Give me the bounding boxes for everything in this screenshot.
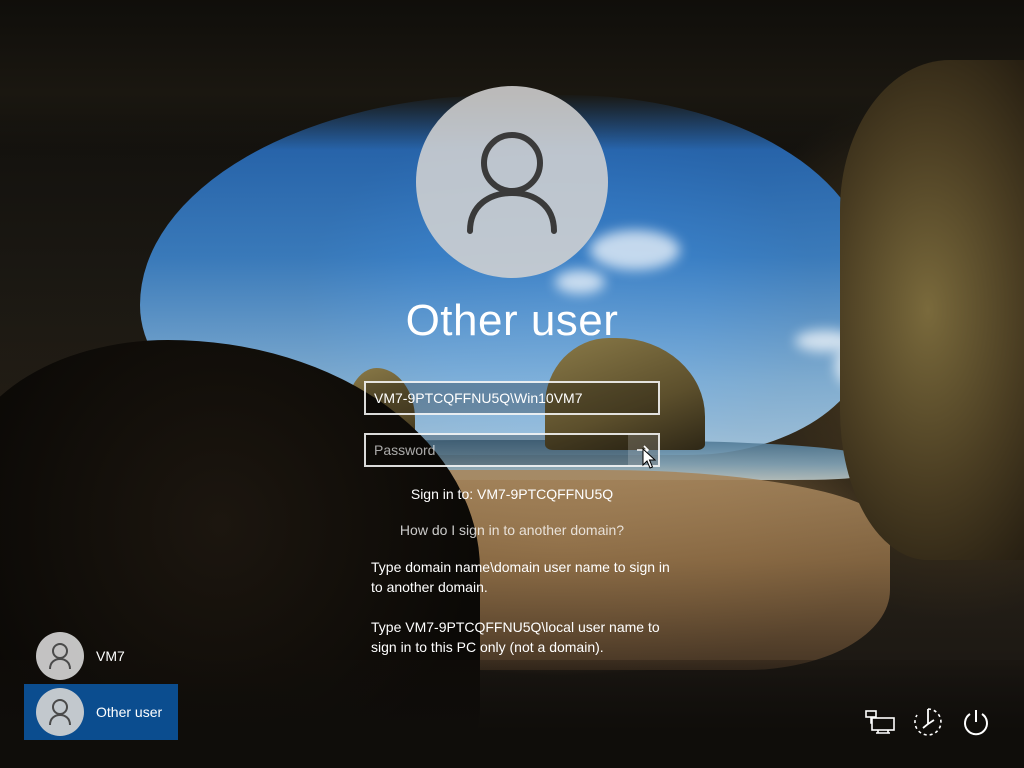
person-icon [49,643,71,670]
network-icon [865,710,895,734]
another-domain-link[interactable]: How do I sign in to another domain? [312,522,712,538]
background-cloud [590,230,680,270]
sign-in-to-label: Sign in to: VM7-9PTCQFFNU5Q [410,486,614,502]
user-tile-avatar [36,688,84,736]
user-tile-vm7[interactable]: VM7 [24,628,178,684]
power-button[interactable] [958,704,994,740]
username-input[interactable] [364,381,660,415]
lock-screen: Other user Sign in to: VM7-9PTCQFFNU5Q H… [0,0,1024,768]
user-tile-label: VM7 [96,648,125,664]
person-icon [467,132,557,234]
background-cave-right [840,60,1024,560]
local-help-text: Type VM7-9PTCQFFNU5Q\local user name to … [371,619,660,655]
domain-help-text: Type domain name\domain user name to sig… [371,559,670,595]
person-icon [49,699,71,726]
mouse-cursor-icon [642,448,656,469]
network-button[interactable] [862,704,898,740]
ease-of-access-button[interactable] [910,704,946,740]
user-tile-avatar [36,632,84,680]
user-tile-label: Other user [96,704,163,720]
user-avatar [416,86,608,278]
user-display-name: Other user [405,296,619,345]
power-icon [964,710,988,736]
ease-of-access-icon [914,708,942,736]
password-input[interactable] [364,433,660,467]
user-tile-other-user[interactable]: Other user [24,684,178,740]
background-cloud [555,270,605,294]
